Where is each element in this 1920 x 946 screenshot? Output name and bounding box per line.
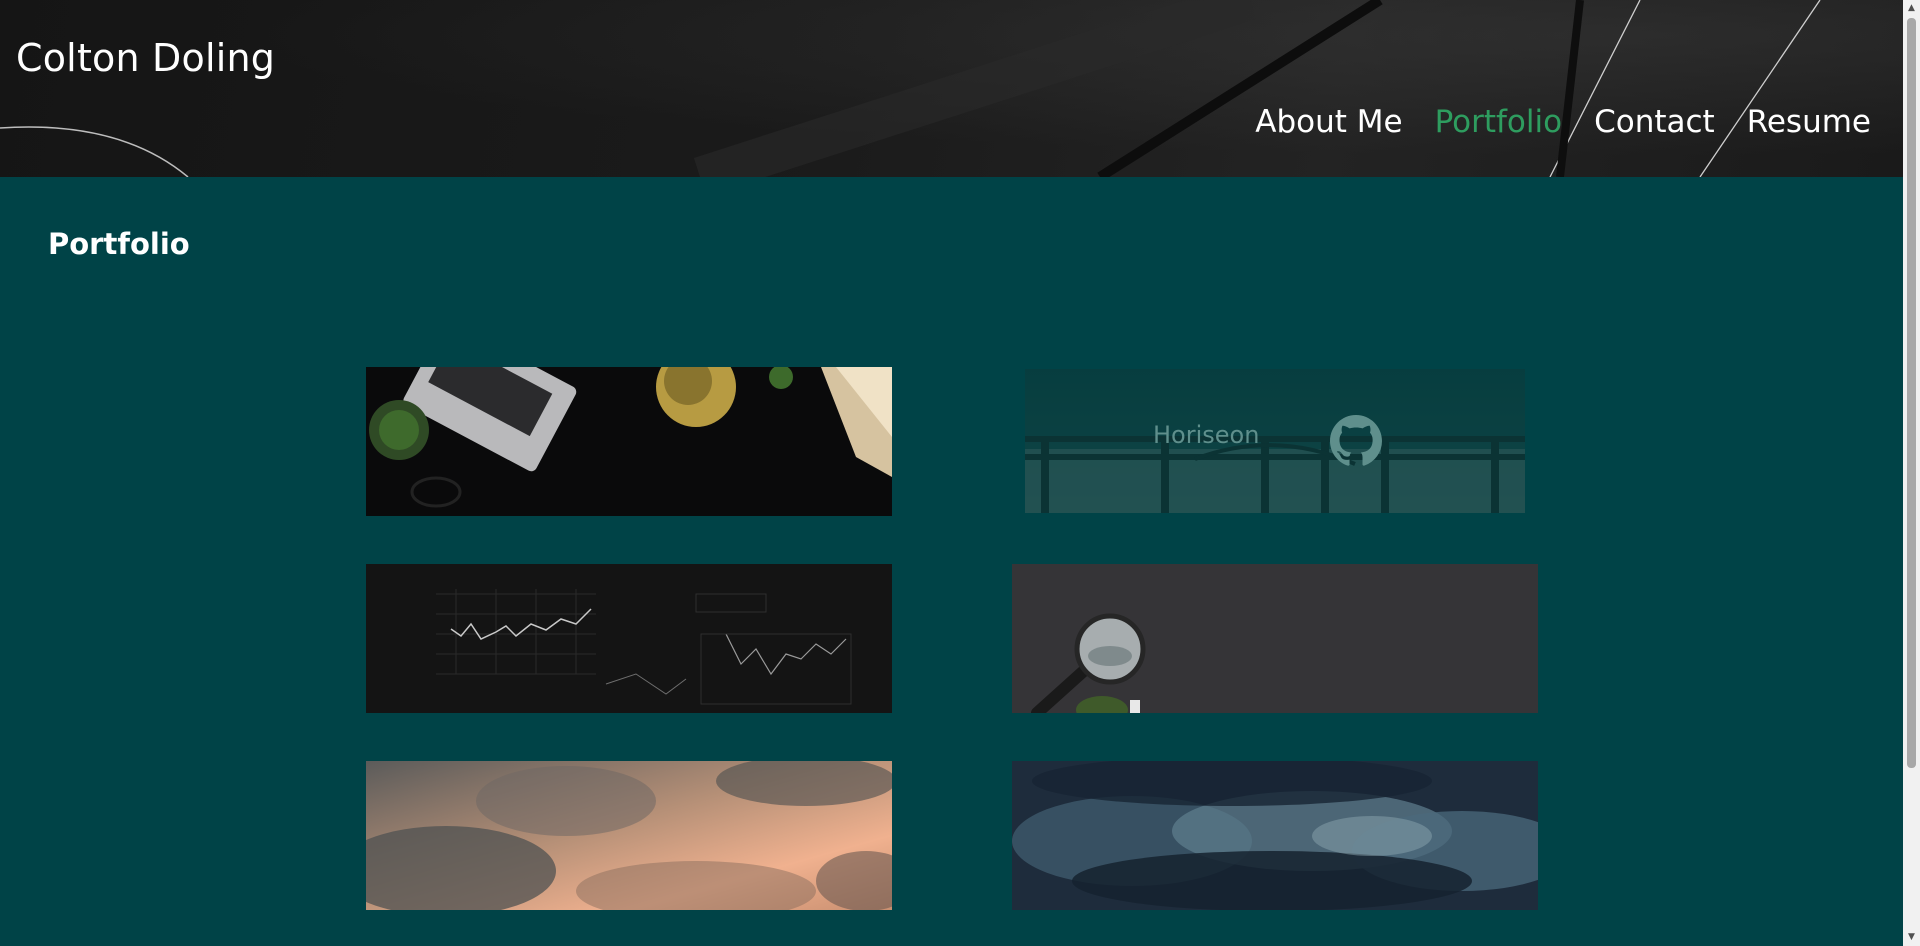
nav-contact[interactable]: Contact <box>1594 104 1715 140</box>
nav-about-me[interactable]: About Me <box>1255 104 1402 140</box>
storm-clouds-image <box>1012 761 1538 910</box>
header-background-pattern <box>0 0 1821 177</box>
scroll-up-arrow-icon[interactable]: ▲ <box>1903 0 1920 17</box>
project-tile-3[interactable] <box>366 564 892 713</box>
portfolio-heading: Portfolio <box>48 227 190 261</box>
scroll-thumb[interactable] <box>1907 18 1916 768</box>
page-scrollbar[interactable]: ▲ ▼ <box>1903 0 1920 946</box>
nav-resume[interactable]: Resume <box>1747 104 1871 140</box>
project-label[interactable]: Horiseon <box>1153 421 1259 449</box>
site-title: Colton Doling <box>16 36 276 80</box>
main-nav: About Me Portfolio Contact Resume <box>1255 104 1871 140</box>
project-tile-5[interactable] <box>366 761 892 910</box>
stock-charts-image <box>366 564 892 713</box>
project-tile-4[interactable] <box>1012 564 1538 713</box>
magnifying-glass-image <box>1012 564 1538 713</box>
project-tile-1[interactable] <box>366 367 892 516</box>
project-tile-6[interactable] <box>1012 761 1538 910</box>
scroll-down-arrow-icon[interactable]: ▼ <box>1903 929 1920 946</box>
github-icon[interactable] <box>1330 415 1382 467</box>
nav-portfolio[interactable]: Portfolio <box>1435 104 1563 140</box>
bridge-railing-image <box>1025 436 1525 513</box>
project-tile-2[interactable]: Horiseon <box>1025 369 1525 513</box>
sunset-clouds-image <box>366 761 892 910</box>
site-header: Colton Doling About Me Portfolio Contact… <box>0 0 1903 177</box>
desk-laptop-globe-image <box>366 367 892 516</box>
